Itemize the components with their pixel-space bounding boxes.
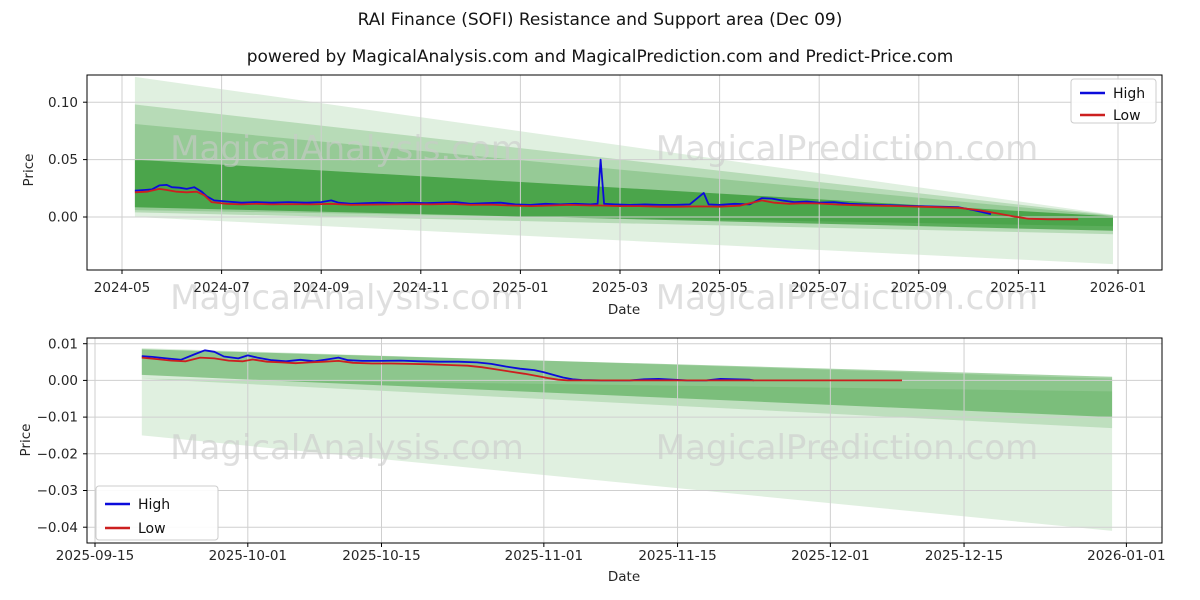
y-tick-label: −0.01 <box>37 410 78 426</box>
legend-item-label: Low <box>138 521 166 537</box>
legend-item-label: High <box>138 497 170 513</box>
watermark-text: MagicalAnalysis.com <box>170 428 524 468</box>
forecast-detail-chart: MagicalAnalysis.com MagicalPrediction.com… <box>18 336 1166 585</box>
legend: High Low <box>1071 79 1156 124</box>
y-tick-label: −0.03 <box>37 483 78 499</box>
x-tick-label: 2025-07 <box>791 280 847 296</box>
y-tick-label: 0.00 <box>48 210 78 226</box>
x-tick-label: 2024-05 <box>94 280 150 296</box>
x-tick-label: 2024-07 <box>193 280 249 296</box>
x-tick-label: 2025-09 <box>891 280 947 296</box>
x-tick-label: 2025-11-15 <box>638 548 716 564</box>
y-axis-label: Price <box>18 424 34 457</box>
legend-item-label: Low <box>1113 108 1141 124</box>
x-axis-label: Date <box>608 302 640 318</box>
x-tick-label: 2025-11 <box>990 280 1046 296</box>
watermark-text: MagicalPrediction.com <box>656 428 1039 468</box>
x-tick-label: 2026-01-01 <box>1087 548 1165 564</box>
x-tick-label: 2025-12-01 <box>791 548 869 564</box>
y-tick-label: 0.10 <box>48 95 78 111</box>
y-tick-label: 0.05 <box>48 152 78 168</box>
y-axis-label: Price <box>21 154 37 187</box>
legend-item-label: High <box>1113 86 1145 102</box>
x-tick-label: 2025-01 <box>492 280 548 296</box>
x-axis-label: Date <box>608 569 640 585</box>
y-tick-label: −0.04 <box>37 520 78 536</box>
legend: High Low <box>96 486 218 540</box>
price-history-chart: MagicalAnalysis.com MagicalPrediction.com… <box>21 75 1162 318</box>
y-tick-label: 0.00 <box>48 373 78 389</box>
x-tick-label: 2025-05 <box>691 280 747 296</box>
x-tick-label: 2025-03 <box>592 280 648 296</box>
x-tick-label: 2025-12-15 <box>925 548 1003 564</box>
x-tick-label: 2025-09-15 <box>56 548 134 564</box>
x-tick-label: 2025-11-01 <box>505 548 583 564</box>
x-tick-label: 2024-09 <box>293 280 349 296</box>
x-tick-label: 2025-10-01 <box>209 548 287 564</box>
y-tick-label: −0.02 <box>37 446 78 462</box>
watermark-text: MagicalPrediction.com <box>656 129 1039 169</box>
x-tick-label: 2025-10-15 <box>342 548 420 564</box>
chart-figure: MagicalAnalysis.com MagicalPrediction.com… <box>0 0 1200 600</box>
x-tick-label: 2026-01 <box>1090 280 1146 296</box>
x-tick-label: 2024-11 <box>393 280 449 296</box>
y-tick-label: 0.01 <box>48 336 78 352</box>
watermark-text: MagicalAnalysis.com <box>170 129 524 169</box>
